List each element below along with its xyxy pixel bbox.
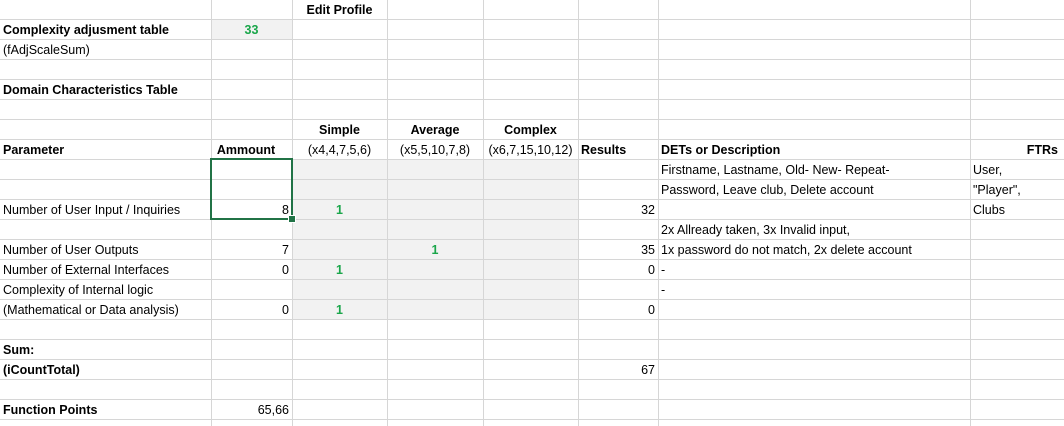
interfaces-amount[interactable]: 0 xyxy=(211,260,292,280)
logic-simple[interactable]: 1 xyxy=(292,300,387,320)
logic-label-line2[interactable]: (Mathematical or Data analysis) xyxy=(0,300,211,320)
function-points-value[interactable]: 65,66 xyxy=(211,400,292,420)
header-average[interactable]: Average xyxy=(387,120,483,140)
inputs-simple[interactable]: 1 xyxy=(292,200,387,220)
header-average-weights[interactable]: (x5,5,10,7,8) xyxy=(387,140,483,160)
col-line xyxy=(483,0,484,426)
domain-table-title[interactable]: Domain Characteristics Table xyxy=(0,80,292,100)
outputs-desc-line2[interactable]: 1x password do not match, 2x delete acco… xyxy=(658,240,970,260)
fill-handle[interactable] xyxy=(288,215,296,223)
interfaces-label[interactable]: Number of External Interfaces xyxy=(0,260,211,280)
header-simple[interactable]: Simple xyxy=(292,120,387,140)
header-complex[interactable]: Complex xyxy=(483,120,578,140)
sum-label[interactable]: Sum: xyxy=(0,340,211,360)
complexity-label[interactable]: Complexity adjusment table xyxy=(0,20,211,40)
interfaces-result[interactable]: 0 xyxy=(578,260,658,280)
outputs-amount[interactable]: 7 xyxy=(211,240,292,260)
outputs-result[interactable]: 35 xyxy=(578,240,658,260)
header-dets[interactable]: DETs or Description xyxy=(658,140,970,160)
col-line xyxy=(387,0,388,426)
complexity-sublabel[interactable]: (fAdjScaleSum) xyxy=(0,40,211,60)
interfaces-desc[interactable]: - xyxy=(658,260,970,280)
inputs-ftr-line2[interactable]: "Player", xyxy=(970,180,1064,200)
sum-sublabel[interactable]: (iCountTotal) xyxy=(0,360,211,380)
logic-amount[interactable]: 0 xyxy=(211,300,292,320)
header-parameter[interactable]: Parameter xyxy=(0,140,211,160)
function-points-label[interactable]: Function Points xyxy=(0,400,211,420)
header-results[interactable]: Results xyxy=(578,140,658,160)
logic-desc[interactable]: - xyxy=(658,280,970,300)
inputs-label[interactable]: Number of User Input / Inquiries xyxy=(0,200,211,220)
inputs-ftr-line3[interactable]: Clubs xyxy=(970,200,1064,220)
outputs-label[interactable]: Number of User Outputs xyxy=(0,240,211,260)
header-ftrs[interactable]: FTRs xyxy=(970,140,1061,160)
inputs-desc-line2[interactable]: Password, Leave club, Delete account xyxy=(658,180,970,200)
col-line xyxy=(658,0,659,426)
outputs-average[interactable]: 1 xyxy=(387,240,483,260)
logic-label-line1[interactable]: Complexity of Internal logic xyxy=(0,280,211,300)
header-complex-weights[interactable]: (x6,7,15,10,12) xyxy=(483,140,578,160)
header-ammount[interactable]: Ammount xyxy=(211,140,281,160)
interfaces-simple[interactable]: 1 xyxy=(292,260,387,280)
inputs-ftr-line1[interactable]: User, xyxy=(970,160,1064,180)
inputs-result[interactable]: 32 xyxy=(578,200,658,220)
edit-profile-title[interactable]: Edit Profile xyxy=(292,0,387,20)
header-simple-weights[interactable]: (x4,4,7,5,6) xyxy=(292,140,387,160)
complexity-value[interactable]: 33 xyxy=(211,20,292,40)
active-cell-selection[interactable] xyxy=(210,158,293,220)
outputs-desc-line1[interactable]: 2x Allready taken, 3x Invalid input, xyxy=(658,220,970,240)
logic-result[interactable]: 0 xyxy=(578,300,658,320)
inputs-desc-line1[interactable]: Firstname, Lastname, Old- New- Repeat- xyxy=(658,160,970,180)
spreadsheet-grid[interactable]: Edit Profile Complexity adjusment table … xyxy=(0,0,1064,426)
sum-value[interactable]: 67 xyxy=(578,360,658,380)
